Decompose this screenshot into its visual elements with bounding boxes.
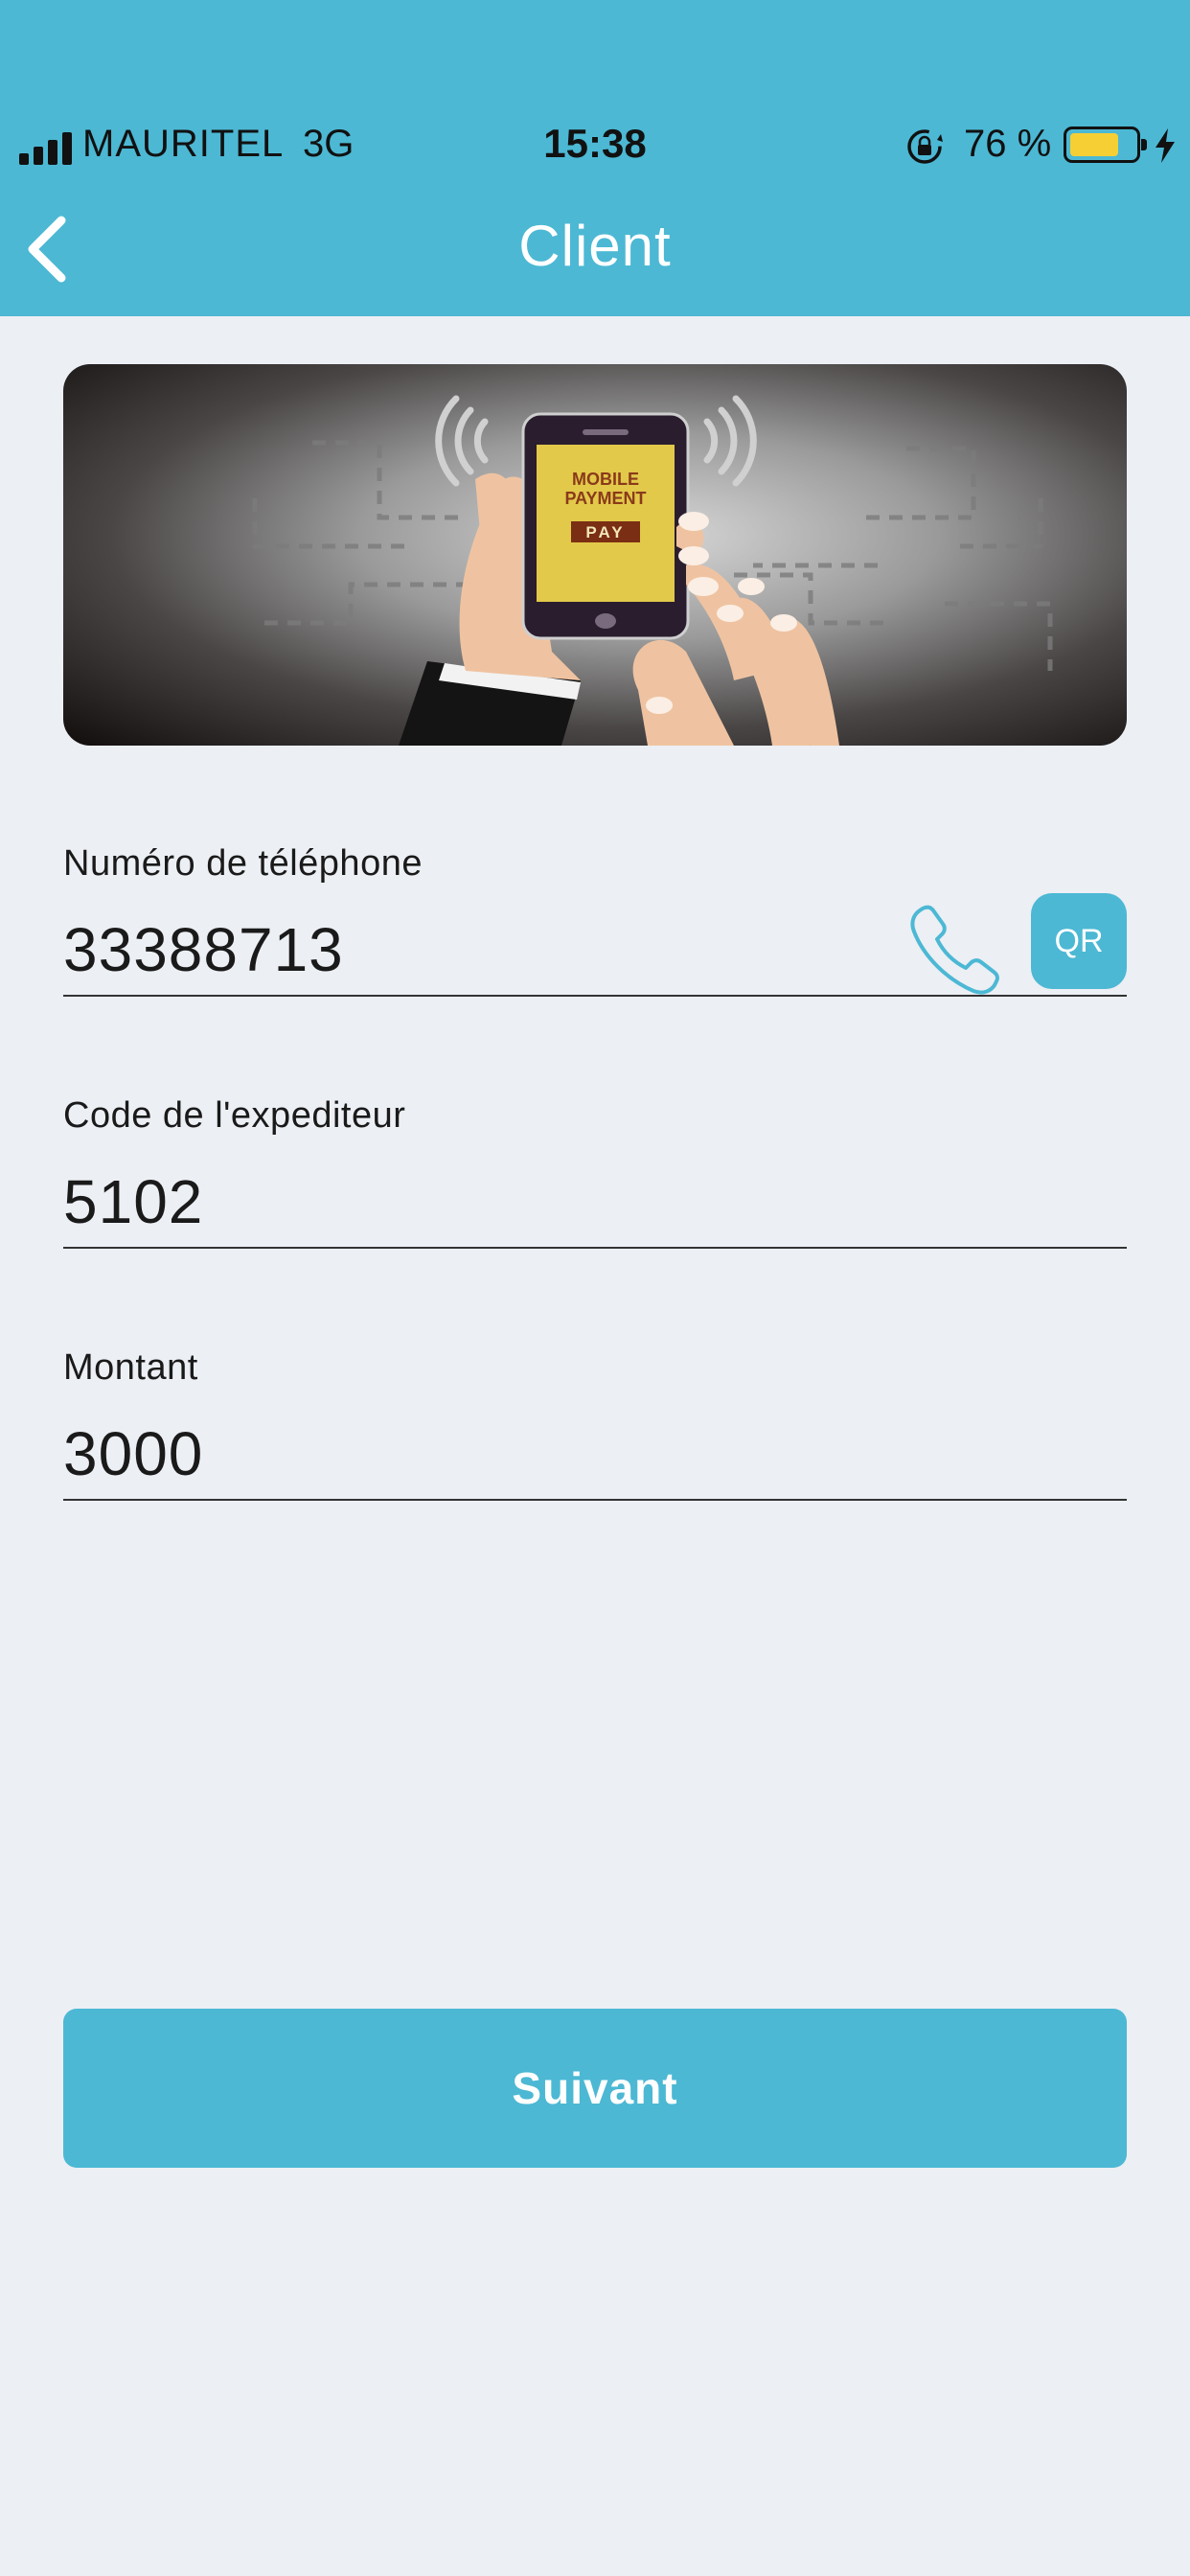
phone-number-field: Numéro de téléphone QR xyxy=(63,843,1127,997)
sender-code-underline xyxy=(63,1247,1127,1249)
amount-label: Montant xyxy=(63,1347,198,1388)
battery-icon xyxy=(1064,126,1147,163)
battery-percent: 76 % xyxy=(964,123,1052,165)
charging-icon xyxy=(1156,128,1175,163)
qr-scan-button[interactable]: QR xyxy=(1031,893,1127,989)
amount-underline xyxy=(63,1499,1127,1501)
sender-code-field: Code de l'expediteur xyxy=(63,1095,1127,1249)
phone-number-label: Numéro de téléphone xyxy=(63,843,423,884)
amount-field: Montant xyxy=(63,1347,1127,1501)
sender-code-label: Code de l'expediteur xyxy=(63,1095,406,1136)
sender-code-input[interactable] xyxy=(63,1163,1127,1240)
amount-input[interactable] xyxy=(63,1415,1127,1492)
orientation-lock-icon xyxy=(907,129,943,164)
app-header: MAURITEL 3G 15:38 76 % Client xyxy=(0,0,1190,316)
mobile-payment-illustration: MOBILE PAYMENT PAY xyxy=(252,395,1053,746)
phone-icon[interactable] xyxy=(906,899,1006,999)
status-bar: MAURITEL 3G 15:38 76 % xyxy=(0,115,1190,178)
next-button[interactable]: Suivant xyxy=(63,2009,1127,2168)
page-title: Client xyxy=(518,214,672,278)
banner-screen-text-2: PAYMENT xyxy=(564,489,646,508)
banner-screen-text-1: MOBILE xyxy=(572,470,639,489)
banner-screen-pay: PAY xyxy=(585,523,625,541)
mobile-payment-banner: MOBILE PAYMENT PAY xyxy=(63,364,1127,746)
